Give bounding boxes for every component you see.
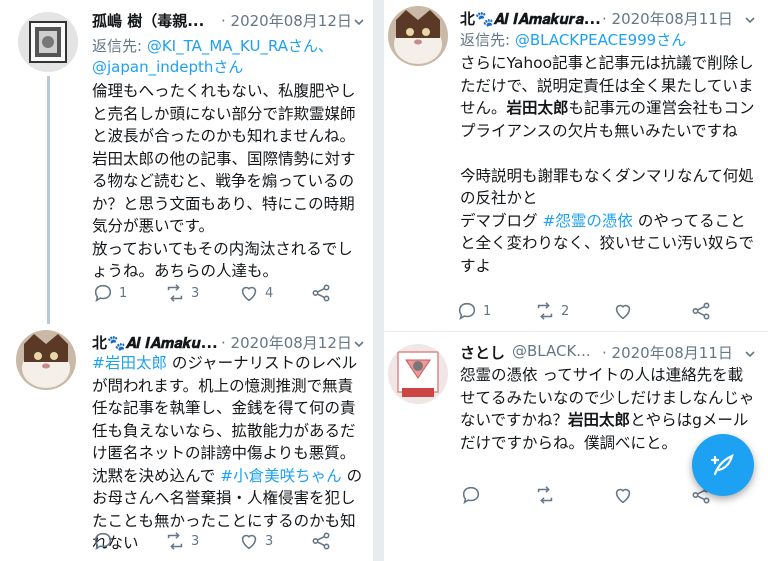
heart-icon	[615, 488, 631, 504]
retweet-button[interactable]	[534, 484, 561, 506]
tweet-text: #岩田太郎 のジャーナリストのレベルが問われます。机上の憶測推測で無責任な記事を…	[92, 354, 363, 552]
reply-icon	[94, 284, 112, 302]
tweet-date: · 2020年08月11日	[602, 10, 733, 28]
tweet[interactable]: 孤嶋 樹（毒親... · 2020年08月12日 返信先: @KI_TA_MA_…	[0, 0, 373, 324]
retweet-button[interactable]: 3	[164, 530, 199, 552]
avatar[interactable]	[18, 12, 78, 72]
share-button[interactable]	[690, 300, 712, 322]
reply-to: 返信先: @KI_TA_MA_KU_RAさん、 @japan_indepthさん	[92, 37, 334, 76]
display-name[interactable]: さとし	[460, 342, 505, 363]
avatar[interactable]	[388, 6, 448, 66]
tweet-date: · 2020年08月12日	[221, 334, 352, 352]
retweet-button[interactable]: 3	[164, 282, 199, 304]
reply-button[interactable]	[460, 484, 487, 506]
heart-icon	[615, 304, 631, 320]
display-name[interactable]: 孤嶋 樹（毒親...	[92, 10, 204, 31]
tweet-actions: 3 3	[92, 530, 352, 552]
reply-button[interactable]: 1	[92, 282, 127, 304]
retweet-button[interactable]: 2	[534, 300, 569, 322]
reply-button[interactable]	[92, 530, 119, 552]
retweet-icon	[537, 486, 553, 504]
reply-icon	[458, 302, 476, 320]
share-icon	[692, 302, 710, 320]
like-button[interactable]: 4	[238, 282, 273, 304]
reply-icon	[462, 486, 480, 504]
caret-down-icon[interactable]	[744, 11, 756, 30]
hashtag-link[interactable]: #小倉美咲ちゃん	[220, 467, 342, 485]
tweet-actions: 1 2	[456, 300, 746, 322]
hashtag-link[interactable]: #岩田太郎	[92, 354, 167, 372]
mention-link[interactable]: @KI_TA_MA_KU_RAさん、	[147, 37, 333, 55]
like-button[interactable]	[612, 300, 639, 322]
retweet-icon	[537, 302, 553, 320]
mention-link[interactable]: @japan_indepthさん	[92, 58, 243, 76]
like-button[interactable]	[612, 484, 639, 506]
share-icon	[312, 284, 330, 302]
tweet[interactable]: 北🐾𝑨𝒍 𝑰𝑨𝒎𝒂𝒌𝒖... · 2020年08月12日 #岩田太郎 のジャーナ…	[0, 322, 373, 561]
caret-down-icon[interactable]	[744, 345, 756, 364]
retweet-icon	[167, 532, 183, 550]
mention-link[interactable]: @BLACKPEACE999さん	[515, 31, 686, 49]
tweet-date: · 2020年08月12日	[221, 12, 352, 30]
tweet-date: · 2020年08月11日	[602, 344, 733, 362]
tweet-actions: 1 3 4	[92, 282, 352, 304]
reply-to: 返信先: @BLACKPEACE999さん	[460, 31, 687, 49]
share-button[interactable]	[310, 282, 332, 304]
heart-icon	[241, 534, 257, 550]
like-button[interactable]: 3	[238, 530, 273, 552]
tweet-text: 倫理もへったくれもない、私腹肥やしと売名しか頭にない部分で詐欺霊媒師と波長が合っ…	[92, 82, 356, 280]
left-panel: 孤嶋 樹（毒親... · 2020年08月12日 返信先: @KI_TA_MA_…	[0, 0, 373, 561]
caret-down-icon[interactable]	[353, 13, 365, 32]
avatar[interactable]	[388, 344, 448, 404]
tweet-text: さらにYahoo記事と記事元は抗議で削除しただけで、説明定責任は全く果たしていま…	[460, 54, 755, 275]
retweet-icon	[167, 284, 183, 302]
reply-icon	[94, 532, 112, 550]
share-button[interactable]	[310, 530, 332, 552]
thread-line	[47, 76, 50, 324]
reply-button[interactable]: 1	[456, 300, 491, 322]
tweet[interactable]: 北🐾𝑨𝒍 𝑰𝑨𝒎𝒂𝒌𝒖𝒓𝒂... · 2020年08月11日 返信先: @BLA…	[384, 0, 768, 330]
display-name[interactable]: 北🐾𝑨𝒍 𝑰𝑨𝒎𝒂𝒌𝒖𝒓𝒂...	[460, 8, 601, 29]
display-name[interactable]: 北🐾𝑨𝒍 𝑰𝑨𝒎𝒂𝒌𝒖...	[92, 332, 218, 353]
compose-feather-icon	[710, 454, 734, 476]
avatar[interactable]	[16, 330, 76, 390]
share-icon	[312, 532, 330, 550]
heart-icon	[241, 286, 257, 302]
hashtag-link[interactable]: #怨霊の憑依	[542, 212, 633, 230]
compose-tweet-button[interactable]	[692, 434, 754, 496]
user-handle[interactable]: @BLACK...	[512, 342, 591, 360]
